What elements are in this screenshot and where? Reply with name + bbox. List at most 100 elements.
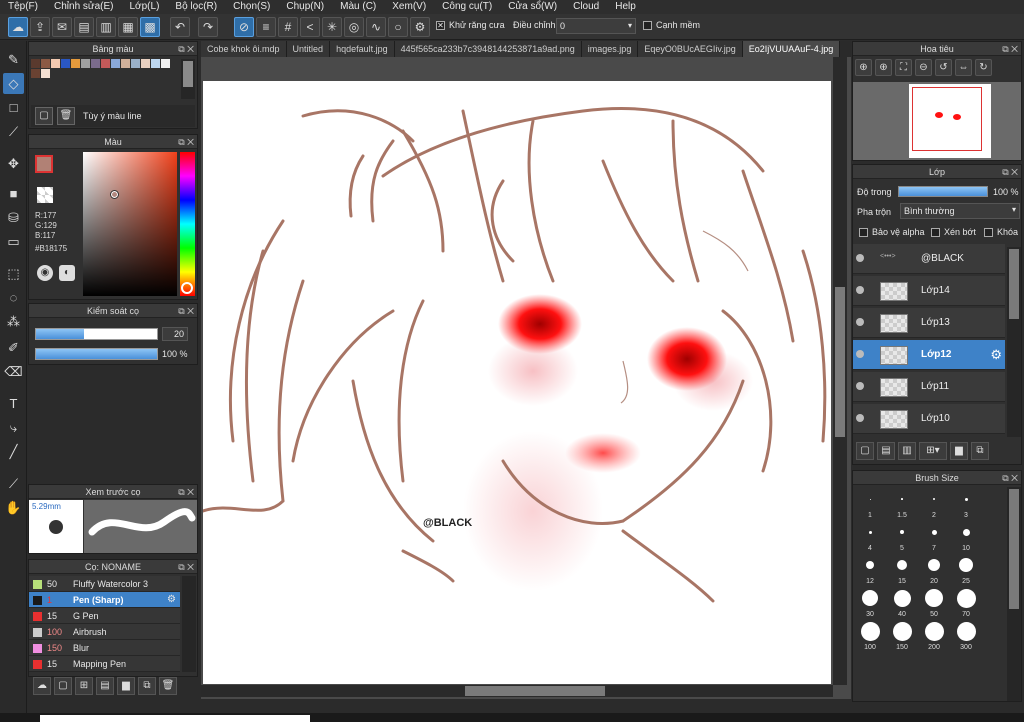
brush-size-option[interactable]: 40 <box>886 586 918 618</box>
brush-size-scrollbar[interactable] <box>1007 487 1021 701</box>
layer-row[interactable]: <•••> @BLACK <box>853 244 1005 274</box>
blend-mode-select[interactable]: Bình thường ▾ <box>900 203 1020 219</box>
menu-item[interactable]: Help <box>607 0 644 14</box>
menu-item[interactable]: Chọn(S) <box>225 0 278 14</box>
document-tab[interactable]: hqdefault.jpg <box>330 41 395 57</box>
gear-icon[interactable]: ⚙ <box>167 594 176 605</box>
adjust-select[interactable]: 0 ▾ <box>556 18 636 34</box>
brush-size-option[interactable]: 5 <box>886 520 918 552</box>
layer-folder-icon[interactable]: ▆ <box>950 442 968 460</box>
menu-item[interactable]: Chụp(N) <box>278 0 332 14</box>
fill-tool-icon[interactable]: ⛁ <box>3 207 24 228</box>
flip-icon[interactable]: ⇔ <box>955 59 972 76</box>
new-palette-icon[interactable]: ▢ <box>35 107 53 125</box>
gradient-tool-icon[interactable]: ▭ <box>3 231 24 252</box>
visibility-eye-icon[interactable] <box>856 286 864 294</box>
layer-template-icon[interactable]: ▥ <box>898 442 916 460</box>
palette-scrollbar[interactable] <box>181 59 195 99</box>
settings-icon[interactable]: ⚙ <box>410 17 430 37</box>
document-tab[interactable]: Cobe khok ôi.mdp <box>201 41 287 57</box>
brush-size-option[interactable]: 20 <box>918 553 950 585</box>
brush-size-option[interactable]: 100 <box>854 619 886 651</box>
brush-list-item[interactable]: 100 Airbrush <box>29 624 180 640</box>
zoom-out-icon[interactable]: ⊖ <box>915 59 932 76</box>
brush-opacity-slider[interactable] <box>35 348 158 360</box>
brush-size-option[interactable]: 12 <box>854 553 886 585</box>
radial-snap-icon[interactable]: ✳ <box>322 17 342 37</box>
brush-size-option[interactable]: 3 <box>950 487 982 519</box>
brush-size-option[interactable]: 25 <box>950 553 982 585</box>
add-layer-dropdown-icon[interactable]: ⊞▾ <box>919 442 947 460</box>
ellipse-snap-icon[interactable]: ○ <box>388 17 408 37</box>
hue-slider-thumb[interactable] <box>181 282 193 294</box>
lasso-tool-icon[interactable]: ⟋ <box>3 121 24 142</box>
layer-opacity-slider[interactable] <box>898 186 988 197</box>
color-mix-icon[interactable]: ◐ <box>59 265 75 281</box>
brush-list-item[interactable]: 1 Pen (Sharp) ⚙ <box>29 592 180 608</box>
brush-copy-icon[interactable]: ⧉ <box>138 677 156 695</box>
menu-item[interactable]: Công cụ(T) <box>434 0 500 14</box>
layer-settings-gear-icon[interactable]: ⚙ <box>990 347 1002 363</box>
canvas-horizontal-scrollbar[interactable] <box>201 685 833 697</box>
grid-layout-icon[interactable]: ▩ <box>140 17 160 37</box>
select-rect-tool-icon[interactable]: □ <box>3 97 24 118</box>
visibility-eye-icon[interactable] <box>856 254 864 262</box>
saturation-value-picker[interactable] <box>83 152 177 296</box>
layer-duplicate-icon[interactable]: ⧉ <box>971 442 989 460</box>
curve-snap-icon[interactable]: ∿ <box>366 17 386 37</box>
share-icon[interactable]: ⇪ <box>30 17 50 37</box>
layer-copy-icon[interactable]: ▤ <box>877 442 895 460</box>
color-picker-cursor[interactable] <box>110 190 119 199</box>
rotate-right-icon[interactable]: ↻ <box>975 59 992 76</box>
brush-size-value[interactable]: 20 <box>162 327 188 341</box>
drawing-canvas[interactable]: @BLACK <box>203 81 831 684</box>
hue-slider[interactable] <box>180 152 195 296</box>
cloud-icon[interactable]: ☁ <box>8 17 28 37</box>
layers-scrollbar[interactable] <box>1007 247 1021 437</box>
brush-size-option[interactable]: 1 <box>854 487 886 519</box>
palette-swatches[interactable] <box>31 59 181 83</box>
select-eraser-icon[interactable]: ⌫ <box>3 361 24 382</box>
eraser-tool-icon[interactable]: ◇ <box>3 73 24 94</box>
brush-list-item[interactable]: 15 Mapping Pen <box>29 656 180 672</box>
brush-trash-icon[interactable]: 🗑 <box>159 677 177 695</box>
layer-row[interactable]: Lớp11 <box>853 372 1005 402</box>
menu-item[interactable]: Tệp(F) <box>0 0 46 14</box>
lock-checkbox[interactable] <box>984 228 993 237</box>
document-tab[interactable]: 445f565ca233b7c3948144253871a9ad.png <box>394 41 582 57</box>
brush-size-option[interactable]: 70 <box>950 586 982 618</box>
brush-size-option[interactable]: 7 <box>918 520 950 552</box>
trash-icon[interactable]: 🗑 <box>57 107 75 125</box>
navigator-preview[interactable] <box>853 82 1021 160</box>
document-tab[interactable]: Untitled <box>286 41 331 57</box>
brush-folder-icon[interactable]: ▆ <box>117 677 135 695</box>
menu-item[interactable]: Xem(V) <box>384 0 434 14</box>
brush-size-option[interactable]: 4 <box>854 520 886 552</box>
transparent-color-swatch[interactable] <box>37 187 53 203</box>
soft-edge-checkbox[interactable] <box>643 21 652 30</box>
undo-icon[interactable]: ↶ <box>170 17 190 37</box>
document-tab[interactable]: images.jpg <box>581 41 639 57</box>
brush-list-item[interactable]: 15 G Pen <box>29 608 180 624</box>
move-tool-icon[interactable]: ✥ <box>3 153 24 174</box>
comment-icon[interactable]: ✉ <box>52 17 72 37</box>
brush-list-scrollbar[interactable] <box>182 576 196 672</box>
brush-size-option[interactable]: 50 <box>918 586 950 618</box>
brush-list-item[interactable]: 50 Fluffy Watercolor 3 <box>29 576 180 592</box>
menu-item[interactable]: Bộ lọc(R) <box>167 0 225 14</box>
select-tool-icon[interactable]: ⬚ <box>3 263 24 284</box>
layer-row[interactable]: Lớp14 <box>853 276 1005 306</box>
visibility-eye-icon[interactable] <box>856 350 864 358</box>
layer-row[interactable]: Lớp13 <box>853 308 1005 338</box>
text-tool-icon[interactable]: T <box>3 393 24 414</box>
brush-size-option[interactable]: 150 <box>886 619 918 651</box>
brush-size-option[interactable]: 1.5 <box>886 487 918 519</box>
rotate-left-icon[interactable]: ↺ <box>935 59 952 76</box>
layer-row[interactable]: Lớp12 ⚙ <box>853 340 1005 370</box>
page-icon[interactable]: ▥ <box>96 17 116 37</box>
visibility-eye-icon[interactable] <box>856 414 864 422</box>
menu-item[interactable]: Cửa sổ(W) <box>500 0 565 14</box>
shape-tool-icon[interactable]: ■ <box>3 183 24 204</box>
protect-alpha-checkbox[interactable] <box>859 228 868 237</box>
operation-tool-icon[interactable]: ⤷ <box>3 417 24 438</box>
